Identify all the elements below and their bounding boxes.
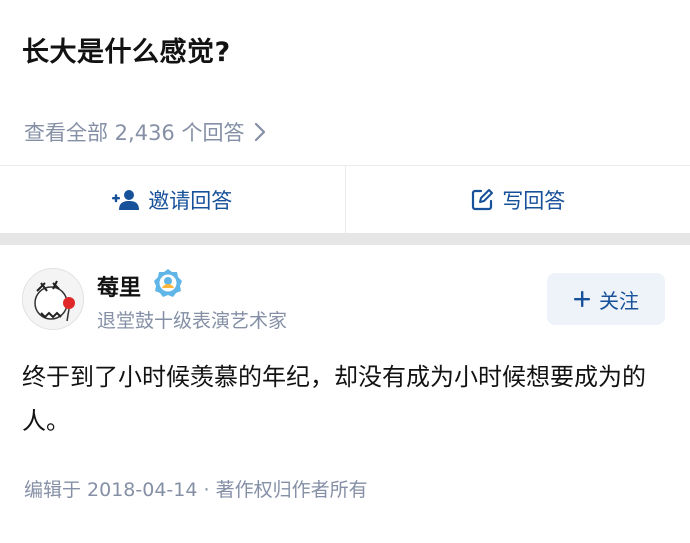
view-all-answers-label: 查看全部 2,436 个回答 [24,121,245,145]
view-all-answers-link[interactable]: 查看全部 2,436 个回答 [24,116,266,148]
invite-answer-label: 邀请回答 [148,188,233,213]
plus-icon [574,291,590,307]
answer-content: 终于到了小时候羡慕的年纪，却没有成为小时候想要成为的人。 [22,363,646,435]
write-answer-label: 写回答 [502,188,566,213]
section-separator [0,233,690,245]
answer-meta: 编辑于 2018-04-14 · 著作权归作者所有 [24,479,368,501]
chevron-right-icon [255,122,266,142]
author-bio: 退堂鼓十级表演艺术家 [97,310,288,332]
avatar-image [23,269,83,329]
add-person-icon [112,189,140,210]
author-name[interactable]: 莓里 [97,270,141,302]
pencil-square-icon [472,188,494,210]
follow-button[interactable]: 关注 [547,273,665,325]
question-title: 长大是什么感觉? [22,37,231,68]
verified-badge-icon[interactable] [153,268,183,298]
follow-label: 关注 [599,288,639,313]
question-actions: 邀请回答 写回答 [0,166,690,233]
avatar[interactable] [22,268,84,330]
write-answer-button[interactable]: 写回答 [346,166,690,233]
invite-answer-button[interactable]: 邀请回答 [0,166,346,233]
